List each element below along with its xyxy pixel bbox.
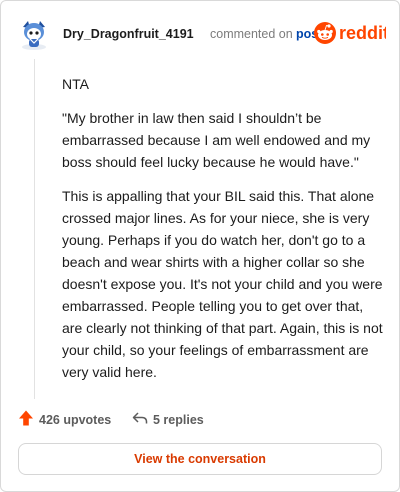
reddit-snoo-icon: reddit <box>314 22 389 44</box>
reply-arrow-icon <box>131 409 149 432</box>
view-conversation-button[interactable]: View the conversation <box>18 443 382 475</box>
reply-count: 5 replies <box>153 413 204 427</box>
up-arrow-icon <box>17 409 35 432</box>
comment-header: Dry_Dragonfruit_4191 commented on post r… <box>18 17 389 51</box>
comment-actions: 426 upvotes 5 replies <box>17 409 383 431</box>
upvote-count: 426 upvotes <box>39 413 112 427</box>
upvote-button[interactable]: 426 upvotes <box>17 409 111 431</box>
reddit-logo[interactable]: reddit <box>314 20 389 46</box>
thread-line <box>34 59 35 399</box>
comment-paragraph: NTA <box>62 76 89 92</box>
comment-paragraph: This is appalling that your BIL said thi… <box>62 188 383 380</box>
commented-on-text: commented on <box>210 27 293 41</box>
avatar[interactable] <box>18 17 50 51</box>
avatar-image-icon <box>22 21 46 50</box>
replies-button[interactable]: 5 replies <box>131 409 204 431</box>
comment-body: NTA "My brother in law then said I shoul… <box>62 73 384 395</box>
comment-card: Dry_Dragonfruit_4191 commented on post r… <box>0 0 400 492</box>
comment-paragraph: "My brother in law then said I shouldn’t… <box>62 110 371 170</box>
brand-wordmark: reddit <box>339 23 386 43</box>
username[interactable]: Dry_Dragonfruit_4191 <box>63 27 194 41</box>
